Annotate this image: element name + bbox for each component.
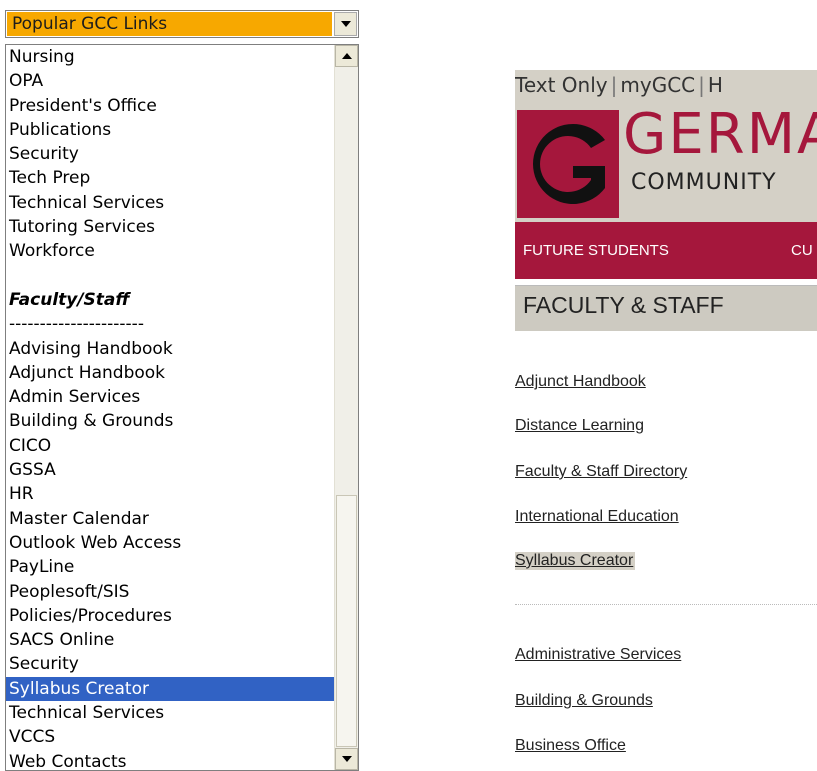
list-option[interactable]: PayLine (6, 555, 335, 579)
arrow-up-icon (342, 53, 352, 59)
link-adjunct-handbook[interactable]: Adjunct Handbook (515, 373, 646, 391)
nav-future-students[interactable]: FUTURE STUDENTS (523, 242, 669, 259)
link-faculty-staff-directory[interactable]: Faculty & Staff Directory (515, 463, 687, 481)
logo-wordmark: GERMA (623, 102, 817, 167)
list-option[interactable]: President's Office (6, 94, 335, 118)
list-option[interactable]: Outlook Web Access (6, 531, 335, 555)
list-option[interactable]: SACS Online (6, 628, 335, 652)
g-logo-icon (517, 110, 619, 218)
main-nav: FUTURE STUDENTS CU (515, 222, 817, 279)
list-option[interactable]: Security (6, 652, 335, 676)
nav-current-students[interactable]: CU (791, 242, 813, 259)
popular-links-select[interactable]: Popular GCC Links (5, 10, 359, 38)
text-only-link[interactable]: Text Only (515, 70, 608, 100)
scrollbar-thumb[interactable] (336, 495, 357, 747)
scroll-down-button[interactable] (335, 748, 358, 770)
chevron-down-icon (341, 21, 351, 27)
list-option[interactable]: Tutoring Services (6, 215, 335, 239)
site-logo[interactable]: GERMA COMMUNITY (515, 100, 817, 222)
listbox-options: Nursing OPA President's Office Publicati… (6, 45, 335, 770)
list-option[interactable]: Advising Handbook (6, 337, 335, 361)
list-option[interactable]: CICO (6, 434, 335, 458)
nav-separator: | (610, 73, 618, 97)
list-option[interactable]: Peoplesoft/SIS (6, 580, 335, 604)
list-option[interactable]: Adjunct Handbook (6, 361, 335, 385)
logo-subtitle: COMMUNITY (631, 170, 777, 195)
list-separator: ---------------------- (9, 314, 144, 335)
list-option[interactable]: Security (6, 142, 335, 166)
link-administrative-services[interactable]: Administrative Services (515, 646, 681, 664)
link-syllabus-creator[interactable]: Syllabus Creator (515, 552, 636, 570)
arrow-down-icon (342, 756, 352, 762)
list-option[interactable]: Tech Prep (6, 166, 335, 190)
nav-separator: | (698, 73, 705, 97)
mygcc-link[interactable]: myGCC (620, 70, 695, 100)
list-option[interactable]: Admin Services (6, 385, 335, 409)
utility-nav: Text Only | myGCC | H (515, 70, 817, 100)
list-group-heading: Faculty/Staff (9, 289, 130, 310)
select-current-value[interactable]: Popular GCC Links (7, 12, 332, 36)
home-link[interactable]: H (708, 70, 723, 100)
link-business-office[interactable]: Business Office (515, 737, 626, 755)
section-header: FACULTY & STAFF (515, 285, 817, 331)
list-option[interactable]: GSSA (6, 458, 335, 482)
list-option[interactable]: Publications (6, 118, 335, 142)
list-option[interactable]: Master Calendar (6, 507, 335, 531)
list-option[interactable]: Building & Grounds (6, 409, 335, 433)
link-building-grounds[interactable]: Building & Grounds (515, 692, 653, 710)
vertical-scrollbar[interactable] (334, 45, 358, 770)
dropdown-button[interactable] (334, 12, 357, 36)
list-option[interactable]: Web Contacts (6, 750, 335, 770)
list-option[interactable]: Policies/Procedures (6, 604, 335, 628)
list-option[interactable]: OPA (6, 69, 335, 93)
list-option[interactable]: Workforce (6, 239, 335, 263)
list-option[interactable]: VCCS (6, 725, 335, 749)
divider (515, 604, 817, 605)
link-international-education[interactable]: International Education (515, 508, 679, 526)
link-distance-learning[interactable]: Distance Learning (515, 417, 644, 435)
list-option-selected[interactable]: Syllabus Creator (6, 676, 335, 702)
list-option[interactable]: Technical Services (6, 701, 335, 725)
list-option[interactable]: Nursing (6, 45, 335, 69)
list-option[interactable]: Technical Services (6, 191, 335, 215)
page-title: FACULTY & STAFF (523, 292, 724, 318)
links-listbox[interactable]: Nursing OPA President's Office Publicati… (5, 44, 359, 771)
scroll-up-button[interactable] (335, 45, 358, 67)
list-option[interactable]: HR (6, 482, 335, 506)
list-option-blank[interactable] (6, 264, 335, 288)
